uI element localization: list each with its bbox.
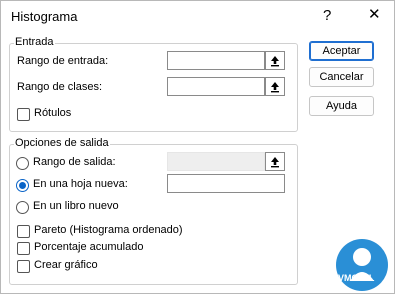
entrada-group-title: Entrada xyxy=(14,36,55,48)
cumulative-percentage-checkbox[interactable] xyxy=(17,242,30,255)
output-range-radio[interactable] xyxy=(16,157,29,170)
output-options-group-title: Opciones de salida xyxy=(14,137,110,149)
chart-output-label[interactable]: Crear gráfico xyxy=(34,259,98,271)
labels-checkbox-label[interactable]: Rótulos xyxy=(34,107,71,119)
bin-range-label: Rango de clases: xyxy=(17,81,102,93)
watermark-logo xyxy=(336,239,388,291)
new-sheet-name-field[interactable] xyxy=(167,174,285,193)
collapse-dialog-icon xyxy=(271,156,279,167)
cancel-button[interactable]: Cancelar xyxy=(309,67,374,87)
output-range-label[interactable]: Rango de salida: xyxy=(33,156,116,168)
watermark-text: VMOLTL xyxy=(338,273,375,283)
help-icon[interactable]: ? xyxy=(323,7,331,24)
new-sheet-label[interactable]: En una hoja nueva: xyxy=(33,178,128,190)
help-button[interactable]: Ayuda xyxy=(309,96,374,116)
ok-button[interactable]: Aceptar xyxy=(309,41,374,61)
chart-output-checkbox[interactable] xyxy=(17,260,30,273)
dialog-title: Histograma xyxy=(11,9,78,24)
new-book-radio[interactable] xyxy=(16,201,29,214)
labels-checkbox[interactable] xyxy=(17,108,30,121)
cumulative-percentage-label[interactable]: Porcentaje acumulado xyxy=(34,241,143,253)
bin-range-field[interactable] xyxy=(167,77,265,96)
histogram-dialog: Histograma ? ✕ Entrada Rango de entrada:… xyxy=(0,0,395,294)
pareto-checkbox[interactable] xyxy=(17,225,30,238)
output-range-field[interactable] xyxy=(167,152,265,171)
output-range-collapse-button[interactable] xyxy=(265,152,285,171)
collapse-dialog-icon xyxy=(271,55,279,66)
close-icon[interactable]: ✕ xyxy=(368,5,381,23)
pareto-label[interactable]: Pareto (Histograma ordenado) xyxy=(34,224,183,236)
title-bar: Histograma ? ✕ xyxy=(1,1,394,31)
new-book-label[interactable]: En un libro nuevo xyxy=(33,200,119,212)
input-range-label: Rango de entrada: xyxy=(17,55,109,67)
input-range-field[interactable] xyxy=(167,51,265,70)
new-sheet-radio[interactable] xyxy=(16,179,29,192)
bin-range-collapse-button[interactable] xyxy=(265,77,285,96)
collapse-dialog-icon xyxy=(271,81,279,92)
input-range-collapse-button[interactable] xyxy=(265,51,285,70)
